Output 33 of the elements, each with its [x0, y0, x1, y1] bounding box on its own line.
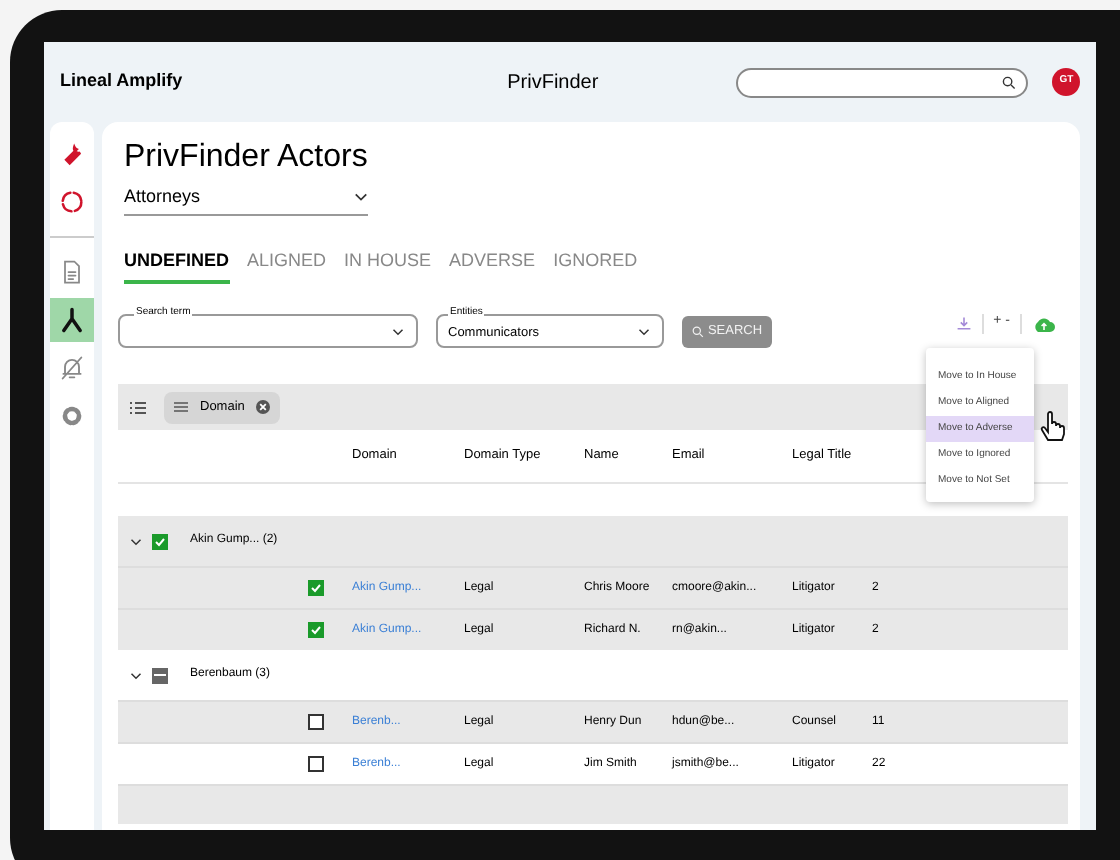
checkbox[interactable] [152, 533, 168, 549]
fork-icon [58, 306, 86, 334]
tab[interactable]: ALIGNED [247, 247, 327, 284]
sync-icon [58, 188, 86, 216]
pointer-hand-icon [1036, 406, 1068, 442]
checkbox[interactable] [308, 622, 324, 638]
sidebar-item[interactable] [50, 298, 94, 342]
chevron-down-icon[interactable] [130, 537, 142, 545]
checkbox[interactable] [308, 714, 324, 730]
tab[interactable]: IN HOUSE [344, 247, 432, 284]
list-icon[interactable] [130, 401, 146, 413]
drag-handle-icon [174, 402, 188, 412]
chevron-down-icon [354, 192, 368, 203]
chevron-down-icon [392, 327, 404, 335]
bell-off-icon [58, 354, 86, 382]
app-title: PrivFinder [507, 69, 601, 97]
brand-name: Lineal Amplify [60, 68, 185, 95]
checkbox[interactable] [308, 580, 324, 596]
document-icon [58, 258, 86, 286]
tab[interactable]: UNDEFINED [124, 247, 230, 284]
cloud-upload-icon[interactable] [1032, 315, 1056, 331]
search-icon [1002, 75, 1017, 89]
page-title: PrivFinder Actors [124, 138, 370, 178]
close-icon[interactable] [256, 400, 271, 414]
search-field[interactable] [736, 67, 1029, 97]
search-icon [691, 325, 704, 337]
category-dropdown[interactable]: Attorneys [124, 184, 368, 215]
tab[interactable]: ADVERSE [449, 247, 536, 284]
chevron-down-icon[interactable] [130, 671, 142, 679]
checkbox[interactable] [308, 756, 324, 772]
tab[interactable]: IGNORED [553, 247, 638, 284]
chevron-down-icon [638, 327, 650, 335]
download-icon[interactable] [955, 315, 972, 331]
